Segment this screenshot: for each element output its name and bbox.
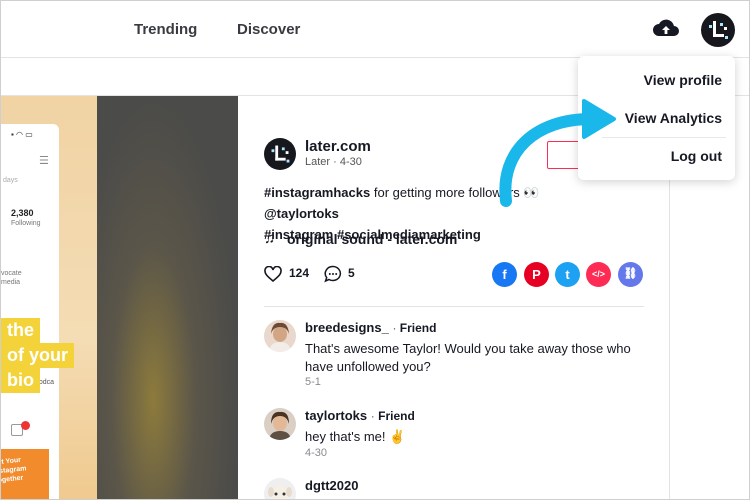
commenter-avatar-photo — [264, 478, 296, 499]
phone-stat-label: Following — [11, 220, 41, 227]
instagram-card-thumbnail: Get Your Instagram Together — [1, 449, 49, 499]
comment-text: hey that's me! ✌️ — [305, 429, 406, 444]
overlay-text-line: bio — [1, 368, 40, 393]
commenter-name[interactable]: dgtt2020 — [305, 478, 358, 493]
profile-avatar[interactable] — [701, 13, 735, 47]
comment-count: 5 — [348, 266, 355, 280]
later-logo-icon — [709, 21, 728, 39]
phone-bio-text: vocate media — [1, 270, 22, 286]
caption-hashtag[interactable]: #instagramhacks — [264, 185, 370, 200]
phone-status-icons: ▪ ◠ ▭ — [11, 130, 33, 139]
nav-discover-link[interactable]: Discover — [237, 21, 300, 38]
comment-date: 5-1 — [305, 376, 321, 388]
heart-icon[interactable] — [264, 266, 282, 282]
phone-days-text: days — [3, 177, 18, 184]
author-name[interactable]: later.com — [305, 138, 371, 155]
commenter-name[interactable]: taylortoks · Friend — [305, 408, 415, 423]
menu-item-view-profile[interactable]: View profile — [644, 72, 722, 88]
cloud-upload-icon[interactable] — [653, 17, 679, 41]
comment-date: 4-30 — [305, 447, 328, 459]
top-nav: Trending Discover — [1, 1, 749, 58]
like-count: 124 — [289, 266, 310, 280]
hamburger-icon: ☰ — [39, 155, 49, 167]
author-avatar[interactable] — [264, 138, 296, 170]
menu-item-log-out[interactable]: Log out — [671, 148, 722, 164]
comment-item: breedesigns_ · Friend That's awesome Tay… — [264, 320, 654, 392]
later-logo-icon — [271, 145, 290, 163]
commenter-name[interactable]: breedesigns_ · Friend — [305, 320, 436, 335]
menu-item-view-analytics[interactable]: View Analytics — [625, 110, 722, 126]
app-window: Trending Discover ▪ ◠ ▭ ☰ days 2,380 Fol… — [0, 0, 750, 500]
caption-mention[interactable]: @taylortoks — [264, 206, 339, 221]
overlay-text-line: of your — [1, 343, 74, 368]
video-player[interactable]: ▪ ◠ ▭ ☰ days 2,380 Following vocate medi… — [1, 96, 238, 499]
notification-badge — [21, 421, 30, 430]
commenter-avatar[interactable] — [264, 478, 296, 499]
pinterest-share-icon[interactable]: P — [524, 262, 549, 287]
overlay-text-line: the — [1, 318, 40, 343]
comment-text: That's awesome Taylor! Would you take aw… — [305, 341, 631, 374]
video-blur-area — [97, 96, 238, 499]
commenter-avatar-photo — [264, 408, 296, 440]
comment-item: dgtt2020 — [264, 478, 654, 499]
card-text: Get Your Instagram Together — [1, 456, 27, 485]
phone-stat-number: 2,380 — [11, 208, 34, 218]
menu-divider — [602, 137, 726, 138]
nav-trending-link[interactable]: Trending — [134, 21, 197, 38]
twitter-share-icon[interactable]: t — [555, 262, 580, 287]
phone-screenshot: ▪ ◠ ▭ ☰ days 2,380 Following vocate medi… — [1, 124, 59, 499]
commenter-avatar-photo — [264, 320, 296, 352]
divider — [264, 306, 644, 307]
embed-code-icon[interactable]: </> — [586, 262, 611, 287]
music-note-icon: ♫ — [264, 230, 276, 247]
copy-link-icon[interactable]: ⛓ — [618, 262, 643, 287]
facebook-share-icon[interactable]: f — [492, 262, 517, 287]
commenter-avatar[interactable] — [264, 408, 296, 440]
comment-item: taylortoks · Friend hey that's me! ✌️ 4-… — [264, 408, 654, 468]
caption-text: for getting more followers 👀 — [370, 185, 540, 200]
profile-dropdown-menu: View profile View Analytics Log out — [578, 56, 735, 180]
commenter-avatar[interactable] — [264, 320, 296, 352]
author-subtitle: Later · 4-30 — [305, 156, 362, 168]
sound-title[interactable]: original sound - later.com — [287, 231, 457, 247]
comment-icon[interactable] — [324, 265, 342, 283]
